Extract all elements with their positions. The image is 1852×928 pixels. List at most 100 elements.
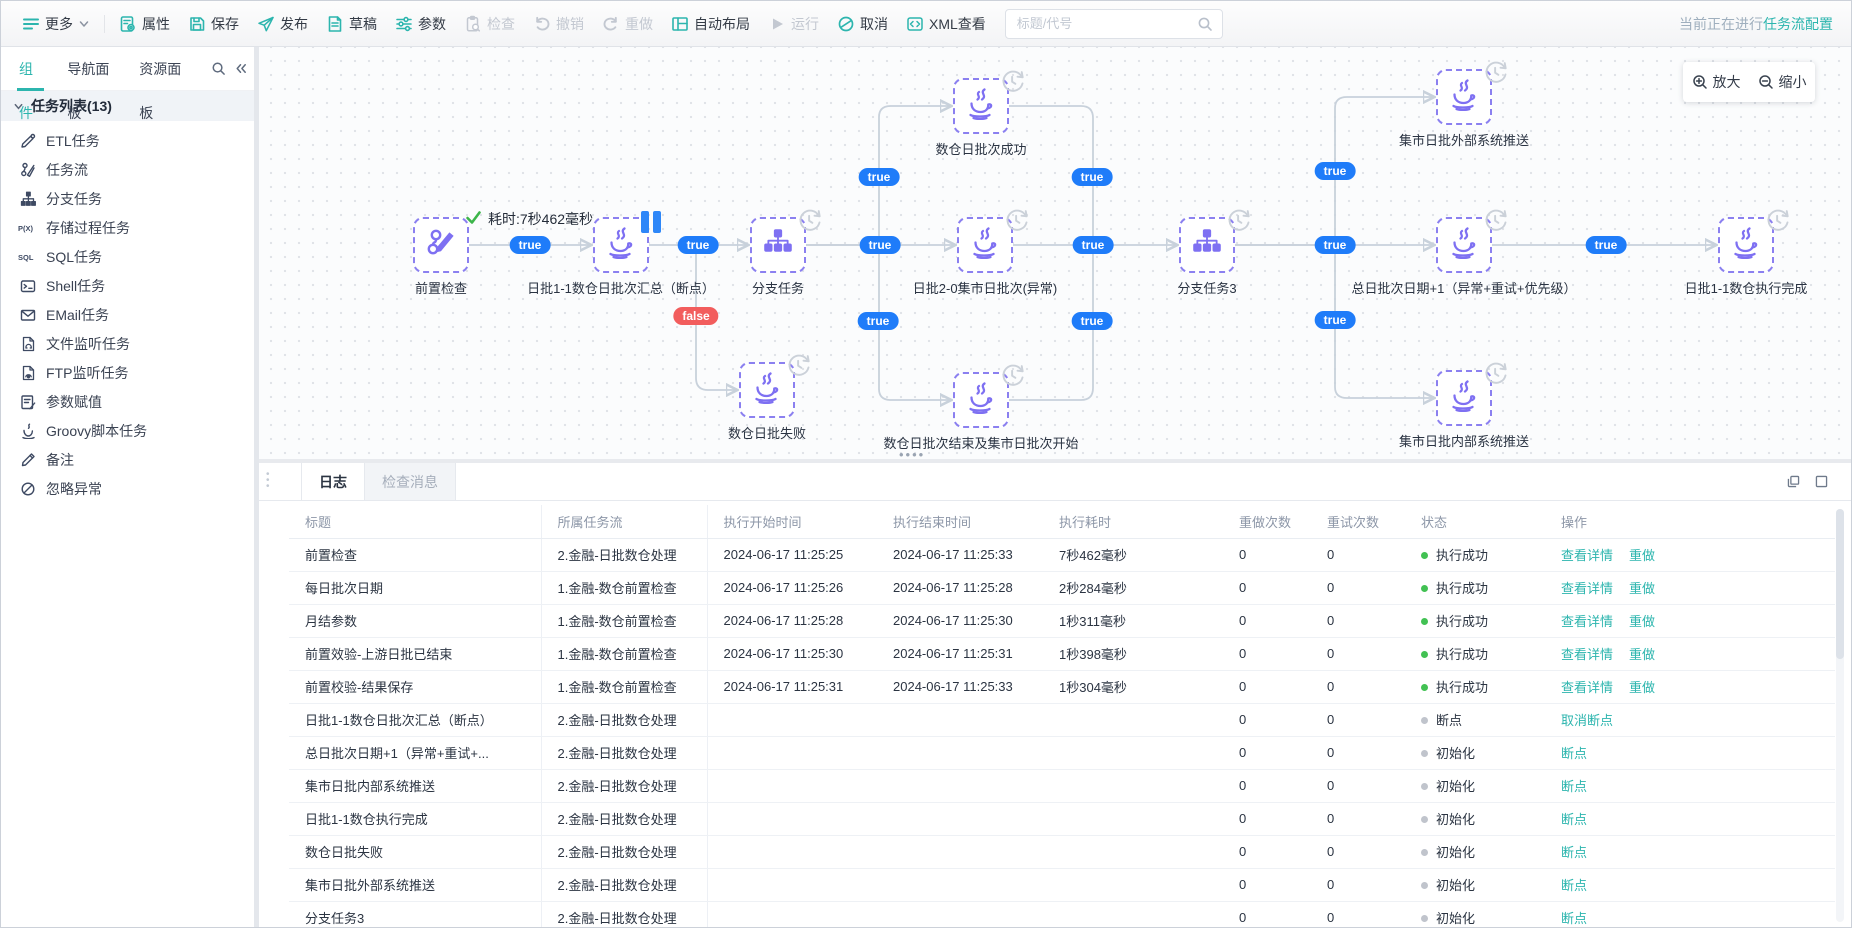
toolbar-draft-button[interactable]: 草稿 [317, 7, 386, 41]
log-table-row[interactable]: 日批1-1数仓执行完成 2.金融-日批数仓处理 0 0 初始化 断点 [289, 802, 1835, 835]
edge-condition-badge: true [1586, 236, 1627, 254]
action-link-查看详情[interactable]: 查看详情 [1561, 548, 1613, 563]
action-link-查看详情[interactable]: 查看详情 [1561, 614, 1613, 629]
cell-duration [1043, 901, 1223, 927]
task-node-mart-int-push[interactable] [1436, 370, 1492, 426]
column-header[interactable]: 标题 [289, 505, 541, 538]
log-table-row[interactable]: 前置检查 2.金融-日批数仓处理 2024-06-17 11:25:25 202… [289, 538, 1835, 571]
toolbar-auto-layout-button[interactable]: 自动布局 [662, 7, 759, 41]
task-node-dw-batch-fail[interactable] [739, 362, 795, 418]
action-link-取消断点[interactable]: 取消断点 [1561, 713, 1613, 728]
action-link-断点[interactable]: 断点 [1561, 779, 1587, 794]
log-table-row[interactable]: 前置效验-上游日批已结束 1.金融-数仓前置检查 2024-06-17 11:2… [289, 637, 1835, 670]
task-node-branch-task[interactable] [750, 217, 806, 273]
action-link-查看详情[interactable]: 查看详情 [1561, 647, 1613, 662]
maximize-icon[interactable] [1814, 474, 1829, 489]
drag-handle-icon[interactable]: ••• [266, 472, 270, 490]
toolbar-properties-button[interactable]: 属性 [110, 7, 179, 41]
task-node-pre-check[interactable] [413, 217, 469, 273]
sidebar-item-忽略异常[interactable]: 忽略异常 [1, 474, 254, 503]
toolbar-undo-button[interactable]: 撤销 [524, 7, 593, 41]
column-header[interactable]: 重试次数 [1311, 505, 1405, 538]
action-link-查看详情[interactable]: 查看详情 [1561, 581, 1613, 596]
sidebar-item-文件监听任务[interactable]: 文件监听任务 [1, 329, 254, 358]
zoom-in-button[interactable]: 放大 [1692, 72, 1741, 92]
log-tab-log[interactable]: 日志 [301, 463, 365, 500]
task-node-rb2-0-mart-batch[interactable] [957, 217, 1013, 273]
title-code-search[interactable] [1005, 9, 1223, 39]
column-header[interactable]: 操作 [1545, 505, 1835, 538]
sidebar-item-分支任务[interactable]: 分支任务 [1, 184, 254, 213]
log-table-row[interactable]: 每日批次日期 1.金融-数仓前置检查 2024-06-17 11:25:26 2… [289, 571, 1835, 604]
task-node-total-date-plus1[interactable] [1436, 217, 1492, 273]
action-link-断点[interactable]: 断点 [1561, 845, 1587, 860]
task-list-section-header[interactable]: 任务列表(13) [1, 91, 254, 121]
params-icon [395, 15, 413, 33]
sidebar-item-Groovy脚本任务[interactable]: Groovy脚本任务 [1, 416, 254, 445]
column-header[interactable]: 重做次数 [1223, 505, 1311, 538]
log-table-row[interactable]: 总日批次日期+1（异常+重试+... 2.金融-日批数仓处理 0 0 初始化 断… [289, 736, 1835, 769]
task-node-dw-batch-success[interactable] [953, 78, 1009, 134]
log-scrollbar-thumb[interactable] [1836, 509, 1844, 659]
log-table-row[interactable]: 数仓日批失败 2.金融-日批数仓处理 0 0 初始化 断点 [289, 835, 1835, 868]
action-link-重做[interactable]: 重做 [1629, 647, 1655, 662]
action-link-断点[interactable]: 断点 [1561, 911, 1587, 926]
action-link-断点[interactable]: 断点 [1561, 746, 1587, 761]
log-table-row[interactable]: 集市日批外部系统推送 2.金融-日批数仓处理 0 0 初始化 断点 [289, 868, 1835, 901]
action-link-重做[interactable]: 重做 [1629, 680, 1655, 695]
log-tab-check-messages[interactable]: 检查消息 [365, 463, 456, 500]
toolbar-more-button[interactable]: 更多 [13, 7, 99, 41]
sidebar-tab-resource-panel[interactable]: 资源面板 [139, 47, 186, 91]
log-table-row[interactable]: 日批1-1数仓日批次汇总（断点） 2.金融-日批数仓处理 0 0 断点 取消断点 [289, 703, 1835, 736]
sidebar-item-SQL任务[interactable]: SQL SQL任务 [1, 242, 254, 271]
log-table-row[interactable]: 集市日批内部系统推送 2.金融-日批数仓处理 0 0 初始化 断点 [289, 769, 1835, 802]
sidebar-tab-nav-panel[interactable]: 导航面板 [67, 47, 114, 91]
toolbar-redo-button[interactable]: 重做 [593, 7, 662, 41]
sidebar-tab-components[interactable]: 组件 [19, 47, 42, 91]
sidebar-item-存储过程任务[interactable]: P(X) 存储过程任务 [1, 213, 254, 242]
action-link-查看详情[interactable]: 查看详情 [1561, 680, 1613, 695]
sidebar-item-ETL任务[interactable]: ETL任务 [1, 126, 254, 155]
log-table-row[interactable]: 分支任务3 2.金融-日批数仓处理 0 0 初始化 断点 [289, 901, 1835, 927]
toolbar-run-button[interactable]: 运行 [759, 7, 828, 41]
sidebar-item-任务流[interactable]: 任务流 [1, 155, 254, 184]
action-link-重做[interactable]: 重做 [1629, 548, 1655, 563]
sidebar-item-备注[interactable]: 备注 [1, 445, 254, 474]
workflow-canvas[interactable]: 放大 缩小 •••• 前置检查 耗时:7秒462毫秒 日批1-1数仓日批次汇总（… [259, 47, 1851, 463]
cell-start-time [707, 769, 877, 802]
search-icon[interactable] [211, 61, 226, 76]
toolbar-publish-button[interactable]: 发布 [248, 7, 317, 41]
toolbar-cancel-button[interactable]: 取消 [828, 7, 897, 41]
collapse-icon[interactable] [233, 61, 248, 76]
search-input[interactable] [1015, 15, 1197, 32]
action-link-重做[interactable]: 重做 [1629, 614, 1655, 629]
column-header[interactable]: 执行开始时间 [707, 505, 877, 538]
task-node-rb1-1-done[interactable] [1718, 217, 1774, 273]
toolbar-check-button[interactable]: 检查 [455, 7, 524, 41]
log-table-row[interactable]: 前置校验-结果保存 1.金融-数仓前置检查 2024-06-17 11:25:3… [289, 670, 1835, 703]
column-header[interactable]: 所属任务流 [541, 505, 707, 538]
cell-duration [1043, 703, 1223, 736]
column-header[interactable]: 执行结束时间 [877, 505, 1043, 538]
action-link-断点[interactable]: 断点 [1561, 812, 1587, 827]
status-dot [1421, 882, 1428, 889]
float-window-icon[interactable] [1786, 474, 1801, 489]
toolbar-params-button[interactable]: 参数 [386, 7, 455, 41]
task-node-mart-ext-push[interactable] [1436, 69, 1492, 125]
action-link-断点[interactable]: 断点 [1561, 878, 1587, 893]
log-scrollbar[interactable] [1836, 509, 1844, 922]
task-node-dw-end-mart-start[interactable] [953, 372, 1009, 428]
log-table-row[interactable]: 月结参数 1.金融-数仓前置检查 2024-06-17 11:25:28 202… [289, 604, 1835, 637]
toolbar-save-button[interactable]: 保存 [179, 7, 248, 41]
toolbar-xml-view-button[interactable]: XML查看 [897, 7, 995, 41]
sidebar-item-参数赋值[interactable]: 参数赋值 [1, 387, 254, 416]
task-node-branch-task3[interactable] [1179, 217, 1235, 273]
sidebar-item-FTP监听任务[interactable]: FTP监听任务 [1, 358, 254, 387]
column-header[interactable]: 执行耗时 [1043, 505, 1223, 538]
zoom-out-button[interactable]: 缩小 [1758, 72, 1807, 92]
cell-retry-count: 0 [1311, 604, 1405, 637]
action-link-重做[interactable]: 重做 [1629, 581, 1655, 596]
column-header[interactable]: 状态 [1405, 505, 1545, 538]
sidebar-item-EMail任务[interactable]: EMail任务 [1, 300, 254, 329]
sidebar-item-Shell任务[interactable]: Shell任务 [1, 271, 254, 300]
